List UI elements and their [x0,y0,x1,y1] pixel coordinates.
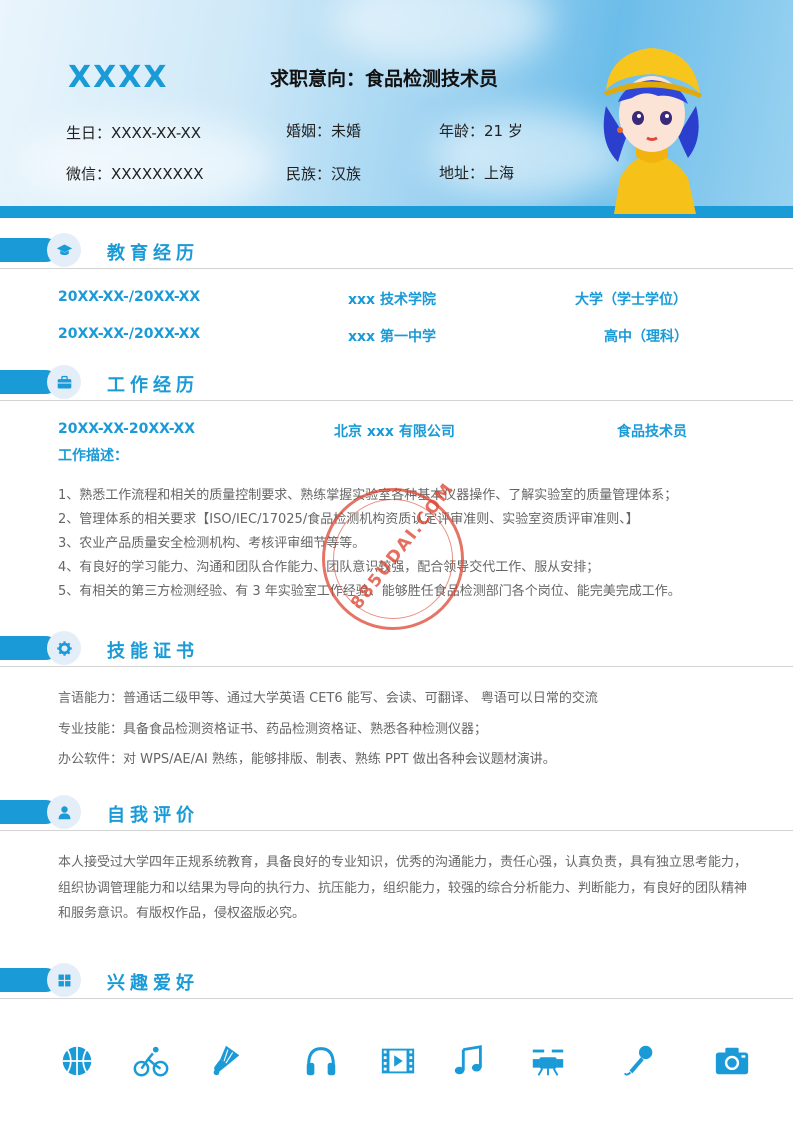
section-title: 自我评价 [107,805,199,826]
skill-label: 专业技能： [58,722,124,737]
section-self-eval: 自我评价 [0,792,793,832]
camera-icon [713,1042,751,1080]
info-age: 年龄：21 岁 [439,122,523,140]
drums-icon [529,1042,567,1080]
skill-label: 办公软件： [58,752,124,767]
edu-date: 20XX-XX-/20XX-XX [58,289,201,305]
section-divider [0,830,793,831]
edu-date: 20XX-XX-/20XX-XX [58,326,201,342]
info-address: 地址：上海 [439,164,515,182]
work-desc-item: 3、农业产品质量安全检测机构、考核评审细节等等。 [58,536,366,551]
section-title: 教育经历 [107,243,199,264]
section-education: 教育经历 [0,230,793,270]
work-company: 北京 xxx 有限公司 [334,424,455,440]
skill-text: 具备食品检测资格证书、药品检测资格证、熟悉各种检测仪器； [123,722,488,737]
edu-degree: 大学（学士学位） [575,292,687,308]
info-wechat: 微信：XXXXXXXXX [66,165,204,183]
cycling-icon [132,1042,170,1080]
user-icon [47,795,81,829]
job-intent: 求职意向：食品检测技术员 [270,68,499,90]
gear-icon [47,631,81,665]
badminton-icon [207,1042,245,1080]
section-title: 兴趣爱好 [107,973,199,994]
work-desc-label: 工作描述： [58,448,128,464]
skill-label: 言语能力： [58,691,124,706]
info-ethnicity: 民族：汉族 [286,165,362,183]
edu-school: xxx 技术学院 [348,292,436,308]
info-marriage: 婚姻：未婚 [286,122,362,140]
headphones-icon [302,1042,340,1080]
section-skills: 技能证书 [0,628,793,668]
section-divider [0,268,793,269]
edu-degree: 高中（理科） [604,329,688,345]
basketball-icon [58,1042,96,1080]
section-divider [0,666,793,667]
section-work: 工作经历 [0,362,793,402]
music-note-icon [450,1042,488,1080]
section-title: 工作经历 [107,375,199,396]
skill-row: 办公软件：对 WPS/AE/AI 熟练，能够排版、制表、熟练 PPT 做出各种会… [58,748,556,767]
avatar-illustration [592,38,712,214]
graduation-cap-icon [47,233,81,267]
skill-row: 言语能力：普通话二级甲等、通过大学英语 CET6 能写、会读、可翻译、 粤语可以… [58,687,598,706]
microphone-icon [620,1042,658,1080]
section-title: 技能证书 [107,641,199,662]
briefcase-icon [47,365,81,399]
section-hobbies: 兴趣爱好 [0,960,793,1000]
windows-grid-icon [47,963,81,997]
candidate-name: XXXX [68,60,169,95]
skill-row: 专业技能：具备食品检测资格证书、药品检测资格证、熟悉各种检测仪器； [58,718,487,737]
edu-school: xxx 第一中学 [348,329,436,345]
work-position: 食品技术员 [617,424,687,440]
film-icon [379,1042,417,1080]
section-divider [0,998,793,999]
info-birthday: 生日：XXXX-XX-XX [66,124,202,142]
work-date: 20XX-XX-20XX-XX [58,421,196,437]
self-eval-text: 本人接受过大学四年正规系统教育，具备良好的专业知识，优秀的沟通能力，责任心强，认… [58,855,748,921]
skill-text: 普通话二级甲等、通过大学英语 CET6 能写、会读、可翻译、 粤语可以日常的交流 [123,691,598,706]
section-divider [0,400,793,401]
skill-text: 对 WPS/AE/AI 熟练，能够排版、制表、熟练 PPT 做出各种会议题材演讲… [123,752,556,767]
hobby-icons-row [58,1042,758,1082]
